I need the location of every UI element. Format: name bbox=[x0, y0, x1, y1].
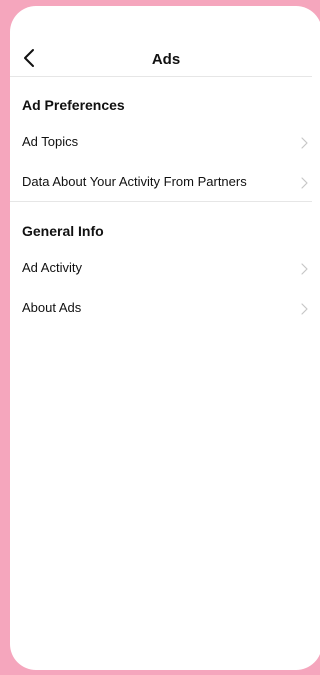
chevron-right-icon bbox=[301, 303, 308, 315]
section-title-ad-preferences: Ad Preferences bbox=[22, 97, 125, 113]
header-divider bbox=[10, 76, 312, 77]
about-ads-item[interactable]: About Ads bbox=[10, 292, 312, 324]
partner-activity-data-item[interactable]: Data About Your Activity From Partners bbox=[10, 166, 312, 198]
chevron-right-icon bbox=[301, 137, 308, 149]
list-item-label: About Ads bbox=[22, 300, 82, 315]
section-divider bbox=[10, 201, 312, 202]
page-title: Ads bbox=[151, 51, 181, 68]
section-title-general-info: General Info bbox=[22, 223, 104, 239]
list-item-label: Ad Topics bbox=[22, 134, 79, 149]
header: Ads bbox=[10, 42, 312, 78]
ads-settings-screen: Ads Ad Preferences Ad Topics Data About … bbox=[10, 6, 320, 670]
chevron-right-icon bbox=[301, 263, 308, 275]
list-item-label: Data About Your Activity From Partners bbox=[22, 174, 247, 189]
list-item-label: Ad Activity bbox=[22, 260, 82, 275]
ad-activity-item[interactable]: Ad Activity bbox=[10, 252, 312, 284]
chevron-right-icon bbox=[301, 177, 308, 189]
ad-topics-item[interactable]: Ad Topics bbox=[10, 126, 312, 158]
